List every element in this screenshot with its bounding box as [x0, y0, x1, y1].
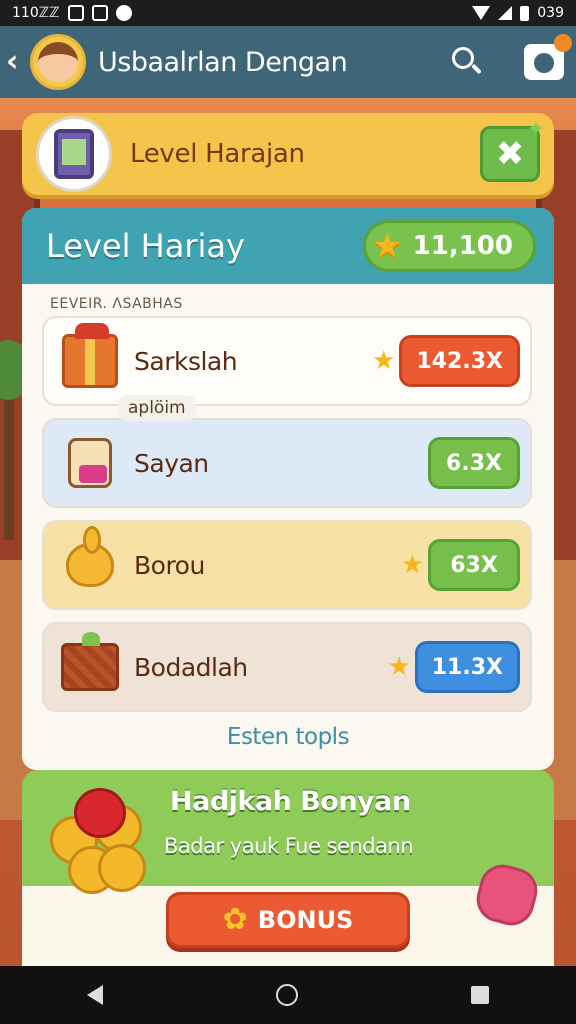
apple-icon [74, 788, 126, 838]
gift-box-icon [62, 323, 118, 388]
status-time: 110ℤℤ [12, 5, 60, 21]
back-arrow-icon[interactable]: ‹ [6, 47, 28, 77]
nav-recents-icon[interactable] [471, 986, 490, 1004]
search-icon[interactable] [450, 45, 484, 79]
status-bar: 110ℤℤ 039 [0, 0, 576, 26]
navigation-bar [0, 966, 576, 1024]
battery-icon [520, 5, 530, 21]
battery-text: 039 [537, 5, 564, 21]
list-item-name: Sayan [134, 448, 209, 478]
chick-icon [66, 526, 114, 587]
character-icon [68, 438, 112, 488]
multiplier-button[interactable]: 6.3X [428, 437, 520, 489]
signal-icon [498, 6, 513, 20]
notification-icon [67, 5, 84, 21]
list-item[interactable]: Borou ★ 63X [42, 520, 532, 610]
list-item[interactable]: Bodadlah ★ 11.3X [42, 622, 532, 712]
avatar-face-icon [38, 42, 78, 82]
panel-header: Level Hariay ★ 11,100 [22, 208, 554, 284]
level-panel: Level Hariay ★ 11,100 EEVEIR. ΛSABHAS Sa… [22, 208, 554, 770]
basket-icon [61, 632, 119, 691]
avatar[interactable] [30, 34, 86, 90]
level-header-card: Level Harajan ✖ ✦ [22, 113, 554, 195]
list-item-name: Bodadlah [134, 652, 248, 682]
multiplier-button[interactable]: 142.3X [399, 335, 520, 387]
list-item-name: Sarkslah [134, 346, 238, 376]
nav-back-icon[interactable] [86, 985, 103, 1005]
score-badge[interactable]: ★ 11,100 [363, 220, 536, 272]
score-value: 11,100 [412, 231, 513, 261]
camera-icon[interactable] [524, 34, 572, 80]
star-icon: ★ [387, 652, 411, 682]
bonus-card: Hadjkah Bonyan Badar yauk Fue sendann ✿ … [22, 770, 554, 966]
mid-chip-label: aplöim [118, 395, 196, 421]
close-button[interactable]: ✖ ✦ [480, 117, 545, 182]
app-bar: ‹ Usbaalrlan Dengan [0, 26, 576, 98]
app-title: Usbaalrlan Dengan [98, 46, 348, 78]
list-item[interactable]: Sayan 6.3X [42, 418, 532, 508]
bonus-button-label: BONUS [257, 906, 354, 934]
list-item[interactable]: Sarkslah ★ 142.3X [42, 316, 532, 406]
camera-notification-dot [554, 34, 572, 52]
bonus-subtitle: Badar yauk Fue sendann [164, 834, 414, 858]
multiplier-button[interactable]: 11.3X [414, 641, 520, 693]
star-icon: ★ [372, 346, 396, 376]
star-icon: ★ [400, 550, 424, 580]
close-icon: ✖ [495, 134, 525, 174]
level-header-title: Level Harajan [130, 139, 305, 169]
wifi-icon [472, 6, 491, 20]
panel-title: Level Hariay [46, 227, 245, 265]
tablet-icon [36, 116, 112, 192]
flower-icon: ✿ [222, 902, 248, 937]
nav-home-icon[interactable] [275, 984, 298, 1006]
bonus-button[interactable]: ✿ BONUS [166, 892, 410, 948]
star-icon: ★ [372, 226, 403, 266]
section-label: EEVEIR. ΛSABHAS [50, 296, 183, 312]
bonus-title: Hadjkah Bonyan [170, 786, 411, 817]
list-item-name: Borou [134, 550, 205, 580]
background-tree-trunk [4, 380, 14, 540]
multiplier-button[interactable]: 63X [428, 539, 520, 591]
sparkle-icon: ✦ [526, 117, 545, 142]
coins-icon [50, 786, 160, 896]
alert-icon [115, 5, 132, 21]
image-notification-icon [91, 5, 108, 21]
footer-link[interactable]: Esten topls [22, 724, 554, 750]
